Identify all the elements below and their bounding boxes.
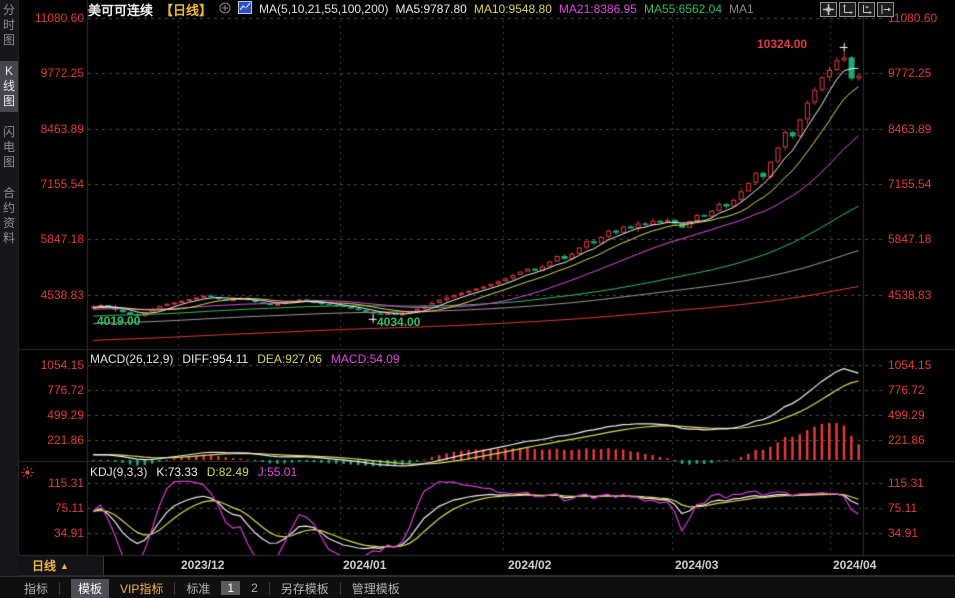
sidebar-item-kline[interactable]: K线图: [0, 61, 18, 112]
axis-scale-icon[interactable]: [839, 2, 856, 17]
main-axis-right-0: 11080.60: [888, 11, 954, 25]
date-label-3: 2024/03: [675, 558, 718, 572]
low-price-annotation-a: 4019.00: [97, 314, 140, 328]
ma55-readout: MA55:6562.04: [644, 2, 722, 16]
date-label-1: 2024/01: [343, 558, 386, 572]
toolbar-standard-button[interactable]: 标准: [186, 580, 210, 597]
main-axis-right-5: 4538.83: [888, 288, 954, 302]
macd-axis-right-3: 221.86: [888, 433, 954, 447]
shift-right-icon[interactable]: [877, 2, 894, 17]
period-label: 日线: [32, 557, 56, 574]
date-label-0: 2023/12: [181, 558, 224, 572]
sidebar-item-lightning[interactable]: 闪电图: [0, 122, 18, 173]
low-price-annotation-b: 4034.00: [377, 315, 420, 329]
ma5-readout: MA5:9787.80: [395, 2, 466, 16]
main-axis-right-3: 7155.54: [888, 177, 954, 191]
main-axis-left-1: 9772.25: [18, 66, 84, 80]
macd-axis-right-2: 499.29: [888, 408, 954, 422]
kdj-axis-left-2: 34.91: [18, 526, 84, 540]
mini-chart-badge-icon[interactable]: [238, 1, 252, 17]
macd-name: MACD(26,12,9): [90, 352, 173, 366]
divider: [269, 582, 270, 595]
sidebar-item-timeshare[interactable]: 分时图: [0, 0, 18, 51]
macd-axis-left-1: 776.72: [18, 383, 84, 397]
divider: [59, 582, 60, 595]
main-axis-left-2: 8463.89: [18, 122, 84, 136]
date-label-2: 2024/02: [508, 558, 551, 572]
chart-canvas[interactable]: [0, 0, 955, 576]
toolbar-save-template-button[interactable]: 另存模板: [281, 580, 329, 597]
kdj-axis-right-2: 34.91: [888, 526, 954, 540]
ma-group-label: MA(5,10,21,55,100,200): [259, 2, 388, 16]
main-axis-left-4: 5847.18: [18, 232, 84, 246]
macd-macd-readout: MACD:54.09: [331, 352, 400, 366]
high-price-annotation: 10324.00: [757, 37, 807, 51]
kdj-axis-right-1: 75.11: [888, 501, 954, 515]
macd-axis-left-2: 499.29: [18, 408, 84, 422]
macd-axis-left-3: 221.86: [18, 433, 84, 447]
macd-dea-readout: DEA:927.06: [257, 352, 322, 366]
divider: [174, 582, 175, 595]
macd-axis-right-1: 776.72: [888, 383, 954, 397]
alert-sun-icon[interactable]: [21, 466, 34, 482]
macd-header: MACD(26,12,9) DIFF:954.11 DEA:927.06 MAC…: [90, 352, 400, 366]
main-axis-right-2: 8463.89: [888, 122, 954, 136]
toolbar-indicator-button[interactable]: 指标: [24, 580, 48, 597]
ma100-readout-truncated: MA1: [729, 2, 754, 16]
kdj-name: KDJ(9,3,3): [90, 465, 147, 479]
period-tag: 【日线】: [160, 0, 212, 19]
title-bar: 美可可连续 【日线】 MA(5,10,21,55,100,200) MA5:97…: [88, 1, 754, 17]
date-label-4: 2024/04: [833, 558, 876, 572]
toolbar-vip-indicator-button[interactable]: VIP指标: [120, 580, 163, 597]
triangle-up-icon: ▲: [60, 561, 69, 571]
sidebar-item-contract-info[interactable]: 合约资料: [0, 183, 18, 249]
macd-diff-readout: DIFF:954.11: [182, 352, 248, 366]
kdj-axis-right-0: 115.31: [888, 476, 954, 490]
macd-axis-left-0: 1054.15: [18, 358, 84, 372]
pan-icon[interactable]: [820, 2, 837, 17]
toolbar-template-button[interactable]: 模板: [71, 579, 109, 598]
symbol-name: 美可可连续: [88, 0, 153, 19]
macd-axis-right-0: 1054.15: [888, 358, 954, 372]
main-axis-right-4: 5847.18: [888, 232, 954, 246]
divider: [340, 582, 341, 595]
kdj-k-readout: K:73.33: [156, 465, 197, 479]
kdj-j-readout: J:55.01: [258, 465, 297, 479]
add-overlay-icon[interactable]: [219, 2, 231, 17]
kdj-header: KDJ(9,3,3) K:73.33 D:82.49 J:55.01: [90, 465, 297, 479]
axis-flag-icon[interactable]: [858, 2, 875, 17]
ma21-readout: MA21:8386.95: [559, 2, 637, 16]
main-axis-left-5: 4538.83: [18, 288, 84, 302]
main-axis-right-1: 9772.25: [888, 66, 954, 80]
kdj-axis-left-1: 75.11: [18, 501, 84, 515]
toolbar-slot-2-button[interactable]: 2: [251, 581, 258, 595]
main-axis-left-0: 11080.60: [18, 11, 84, 25]
kdj-d-readout: D:82.49: [207, 465, 249, 479]
toolbar-manage-template-button[interactable]: 管理模板: [352, 580, 400, 597]
toolbar-slot-1-button[interactable]: 1: [221, 581, 240, 595]
period-selector[interactable]: 日线 ▲: [18, 556, 104, 575]
left-sidebar: 分时图 K线图 闪电图 合约资料: [0, 0, 18, 576]
bottom-toolbar: 指标 模板 VIP指标 标准 1 2 另存模板 管理模板: [0, 576, 955, 598]
main-axis-left-3: 7155.54: [18, 177, 84, 191]
kline-app: 分时图 K线图 闪电图 合约资料 美可可连续 【日线】 MA(5,10,21,5…: [0, 0, 955, 598]
ma10-readout: MA10:9548.80: [474, 2, 552, 16]
chart-tools: [820, 2, 894, 17]
